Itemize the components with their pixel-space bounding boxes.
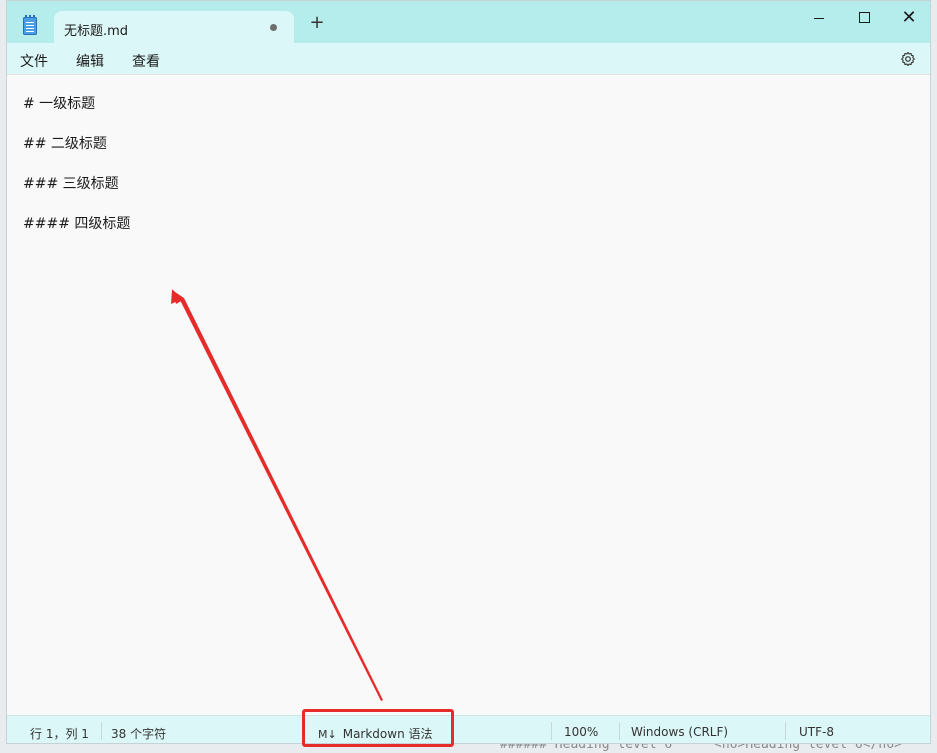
annotation-arrow [171, 289, 383, 701]
annotation-highlight-box [302, 709, 454, 747]
